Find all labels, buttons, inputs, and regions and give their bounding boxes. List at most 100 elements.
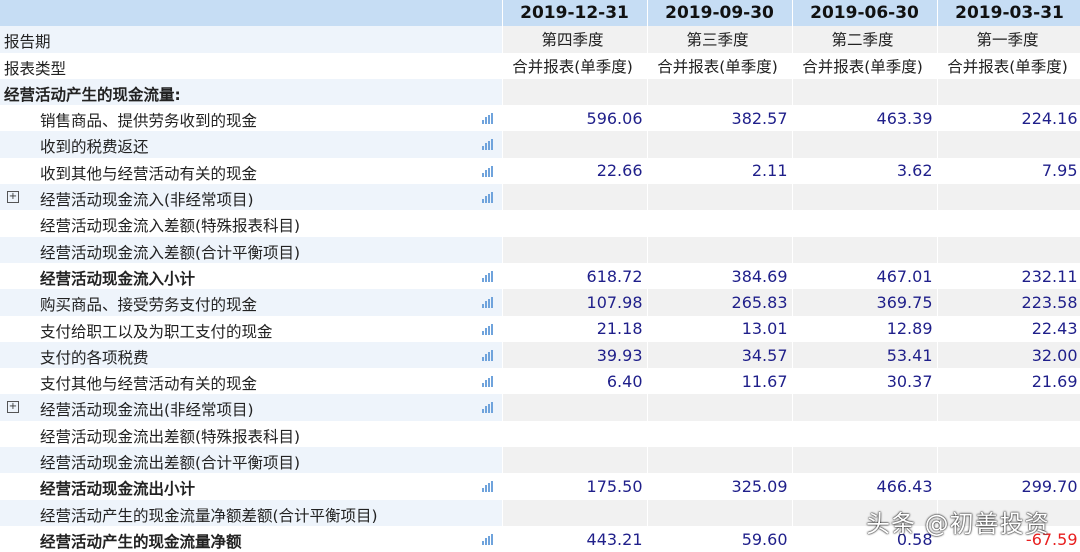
expand-icon[interactable]: + bbox=[7, 191, 19, 204]
value-cell bbox=[647, 394, 793, 421]
row-label-text: 报表类型 bbox=[4, 59, 67, 78]
table-row[interactable]: + 经营活动现金流入(非经常项目) bbox=[0, 184, 1080, 211]
watermark: 头条 @初善投资 bbox=[866, 510, 1050, 538]
row-label-text: 经营活动产生的现金流量净额差额(合计平衡项目) bbox=[40, 506, 378, 525]
table-row[interactable]: 经营活动现金流出差额(特殊报表科目) bbox=[0, 420, 1080, 448]
table-row[interactable]: + 经营活动现金流出(非经常项目) bbox=[0, 394, 1080, 421]
bar-chart-icon[interactable] bbox=[482, 139, 494, 151]
row-label-text: 报告期 bbox=[4, 33, 51, 52]
row-label: 经营活动产生的现金流量净额差额(合计平衡项目) bbox=[0, 499, 503, 526]
date-column-header[interactable]: 2019-06-30 bbox=[792, 0, 938, 27]
value-cell bbox=[937, 131, 1080, 158]
value-cell: 32.00 bbox=[937, 341, 1080, 369]
bar-chart-icon[interactable] bbox=[482, 533, 494, 545]
table-row[interactable]: 经营活动现金流出差额(合计平衡项目) bbox=[0, 447, 1080, 474]
value-cell bbox=[792, 131, 938, 158]
value-cell bbox=[937, 447, 1080, 474]
value-cell: 13.01 bbox=[647, 315, 793, 342]
row-label: 报告期 bbox=[0, 26, 503, 53]
row-label: + 经营活动现金流入(非经常项目) bbox=[0, 184, 503, 211]
bar-chart-icon[interactable] bbox=[482, 376, 494, 388]
value-cell: 299.70 bbox=[937, 473, 1080, 500]
value-cell bbox=[792, 210, 938, 237]
value-cell: 7.95 bbox=[937, 157, 1080, 185]
table-row[interactable]: 经营活动现金流入差额(合计平衡项目) bbox=[0, 236, 1080, 263]
table-row[interactable]: 支付的各项税费 39.93 34.57 53.41 32.00 bbox=[0, 341, 1080, 369]
table-row[interactable]: 购买商品、接受劳务支付的现金 107.98 265.83 369.75 223.58 bbox=[0, 289, 1080, 316]
value-cell: 107.98 bbox=[502, 289, 648, 316]
value-cell: 22.43 bbox=[937, 315, 1080, 342]
bar-chart-icon[interactable] bbox=[482, 113, 494, 125]
value-cell bbox=[647, 78, 793, 106]
table-row[interactable]: 经营活动现金流出小计 175.50 325.09 466.43 299.70 bbox=[0, 473, 1080, 500]
row-label: 销售商品、提供劳务收到的现金 bbox=[0, 105, 503, 132]
value-cell: 12.89 bbox=[792, 315, 938, 342]
value-cell bbox=[792, 420, 938, 448]
bar-chart-icon[interactable] bbox=[482, 481, 494, 493]
value-cell bbox=[502, 236, 648, 263]
table-row[interactable]: 收到其他与经营活动有关的现金 22.66 2.11 3.62 7.95 bbox=[0, 157, 1080, 185]
row-label: 经营活动现金流入差额(特殊报表科目) bbox=[0, 210, 503, 237]
table-row[interactable]: 支付其他与经营活动有关的现金 6.40 11.67 30.37 21.69 bbox=[0, 368, 1080, 395]
row-label-text: 收到其他与经营活动有关的现金 bbox=[40, 164, 258, 183]
value-cell: 21.18 bbox=[502, 315, 648, 342]
row-label-text: 经营活动现金流入小计 bbox=[40, 269, 196, 288]
value-cell: 2.11 bbox=[647, 157, 793, 185]
value-cell: 22.66 bbox=[502, 157, 648, 185]
table-row[interactable]: 经营活动现金流入小计 618.72 384.69 467.01 232.11 bbox=[0, 262, 1080, 290]
table-row[interactable]: 销售商品、提供劳务收到的现金 596.06 382.57 463.39 224.16 bbox=[0, 105, 1080, 132]
value-cell bbox=[647, 236, 793, 263]
value-cell bbox=[502, 420, 648, 448]
meta-row: 报表类型 合并报表(单季度) 合并报表(单季度) 合并报表(单季度) 合并报表(单季度) bbox=[0, 52, 1080, 79]
date-column-header[interactable]: 2019-03-31 bbox=[937, 0, 1080, 27]
table-row[interactable]: 收到的税费返还 bbox=[0, 131, 1080, 158]
row-label: 收到其他与经营活动有关的现金 bbox=[0, 157, 503, 185]
value-cell: 3.62 bbox=[792, 157, 938, 185]
table-row[interactable]: 经营活动产生的现金流量: bbox=[0, 78, 1080, 106]
table-row[interactable]: 支付给职工以及为职工支付的现金 21.18 13.01 12.89 22.43 bbox=[0, 315, 1080, 342]
value-cell bbox=[792, 78, 938, 106]
value-cell: 6.40 bbox=[502, 368, 648, 395]
row-label: 经营活动现金流出差额(合计平衡项目) bbox=[0, 447, 503, 474]
value-cell: 384.69 bbox=[647, 262, 793, 290]
value-cell bbox=[647, 499, 793, 526]
value-cell bbox=[502, 447, 648, 474]
value-cell bbox=[937, 394, 1080, 421]
expand-icon[interactable]: + bbox=[7, 401, 19, 414]
row-label: 支付的各项税费 bbox=[0, 341, 503, 369]
value-cell: 463.39 bbox=[792, 105, 938, 132]
date-column-header[interactable]: 2019-12-31 bbox=[502, 0, 648, 27]
bar-chart-icon[interactable] bbox=[482, 402, 494, 414]
row-label: 报表类型 bbox=[0, 52, 503, 79]
bar-chart-icon[interactable] bbox=[482, 297, 494, 309]
value-cell: 618.72 bbox=[502, 262, 648, 290]
value-cell: 466.43 bbox=[792, 473, 938, 500]
row-label-text: 支付的各项税费 bbox=[40, 348, 149, 367]
value-cell bbox=[937, 184, 1080, 211]
value-cell: 467.01 bbox=[792, 262, 938, 290]
value-cell bbox=[647, 210, 793, 237]
row-label-text: 经营活动现金流出小计 bbox=[40, 480, 196, 499]
bar-chart-icon[interactable] bbox=[482, 323, 494, 335]
date-column-header[interactable]: 2019-09-30 bbox=[647, 0, 793, 27]
value-cell bbox=[937, 236, 1080, 263]
value-cell bbox=[937, 78, 1080, 106]
value-cell bbox=[792, 394, 938, 421]
bar-chart-icon[interactable] bbox=[482, 270, 494, 282]
bar-chart-icon[interactable] bbox=[482, 165, 494, 177]
meta-cell: 合并报表(单季度) bbox=[502, 52, 648, 79]
value-cell bbox=[792, 184, 938, 211]
value-cell bbox=[502, 131, 648, 158]
row-label-text: 支付给职工以及为职工支付的现金 bbox=[40, 322, 273, 341]
bar-chart-icon[interactable] bbox=[482, 349, 494, 361]
row-label-text: 经营活动现金流出差额(合计平衡项目) bbox=[40, 454, 301, 473]
row-label: 购买商品、接受劳务支付的现金 bbox=[0, 289, 503, 316]
value-cell: 232.11 bbox=[937, 262, 1080, 290]
row-label-text: 经营活动产生的现金流量: bbox=[4, 85, 181, 104]
table-row[interactable]: 经营活动现金流入差额(特殊报表科目) bbox=[0, 210, 1080, 237]
value-cell: 265.83 bbox=[647, 289, 793, 316]
bar-chart-icon[interactable] bbox=[482, 192, 494, 204]
row-label: 经营活动现金流出差额(特殊报表科目) bbox=[0, 420, 503, 448]
row-label: 经营活动产生的现金流量: bbox=[0, 78, 503, 106]
value-cell: 59.60 bbox=[647, 525, 793, 552]
